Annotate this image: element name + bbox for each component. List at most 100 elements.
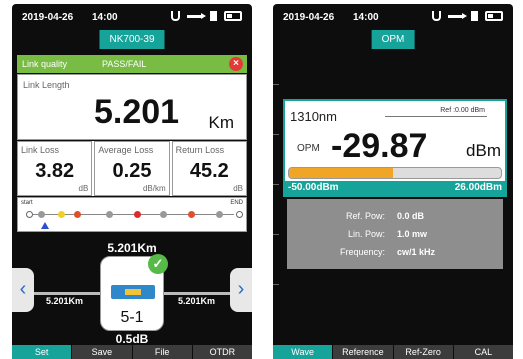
tab-cal[interactable]: CAL [453,345,513,359]
power-value: -29.87 [331,127,428,165]
status-time: 14:00 [92,12,118,23]
info-value: 1.0 mw [397,229,428,239]
status-time: 14:00 [353,12,379,23]
connector-icon [111,285,155,299]
tab-set[interactable]: Set [12,345,72,359]
stat-value: 45.2 [189,160,229,182]
bottom-toolbar: Wave Reference Ref-Zero CAL [273,345,513,359]
status-icons [171,11,242,21]
status-date: 2019-04-26 [283,12,335,23]
range-min: -50.00dBm [288,182,339,193]
event-marker[interactable] [160,211,167,218]
info-value: 0.0 dB [397,211,425,221]
stat-label: Link Loss [21,145,60,155]
tab-file[interactable]: File [132,345,192,359]
status-date: 2019-04-26 [22,12,74,23]
cursor-marker-icon [41,222,49,229]
segment-distance: 5.201Km [107,241,157,255]
link-length-panel: Link Length 5.201 Km [17,74,247,140]
event-marker[interactable] [188,211,195,218]
divider [385,116,487,117]
link-length-value: 5.201 [94,93,180,131]
average-loss-stat: Average Loss 0.25 dB/km [94,141,170,196]
stat-label: Return Loss [175,145,225,155]
connector-label: 5-1 [120,309,144,326]
left-distance: 5.201Km [46,296,84,306]
usb-icon [448,12,467,19]
tick-mark [273,84,279,85]
status-bar: 2019-04-26 14:00 [12,4,252,28]
event-marker[interactable] [106,211,113,218]
tab-otdr[interactable]: OTDR [192,345,252,359]
info-key: Lin. Pow: [347,229,385,239]
plug-icon [171,11,180,21]
info-key: Frequency: [339,247,385,257]
page-title: NK700-39 [99,30,165,49]
event-marker[interactable] [38,211,45,218]
info-panel: Ref. Pow: 0.0 dB Lin. Pow: 1.0 mw Freque… [287,199,503,269]
info-value: cw/1 kHz [397,247,436,257]
event-marker[interactable] [58,211,65,218]
fiber-line-right [164,292,230,295]
tick-mark [273,234,279,235]
status-icons [432,11,503,21]
chevron-right-icon[interactable]: › [230,268,252,312]
loss-stats: Link Loss 3.82 dB Average Loss 0.25 dB/k… [17,141,247,196]
tick-mark [273,134,279,135]
event-marker[interactable] [74,211,81,218]
tick-mark [273,184,279,185]
opm-label: OPM [297,143,320,154]
range-row: -50.00dBm 26.00dBm [285,181,505,195]
stat-unit: dB/km [142,184,166,193]
sd-card-icon [471,11,478,21]
right-distance: 5.201Km [178,296,216,306]
tick-mark [273,284,279,285]
page-title: OPM [371,30,415,49]
stat-unit: dB [78,184,89,193]
fiber-line-left [34,292,100,295]
status-bar: 2019-04-26 14:00 [273,4,513,28]
tab-reference[interactable]: Reference [333,345,393,359]
event-marker[interactable] [134,211,141,218]
bottom-toolbar: Set Save File OTDR [12,345,252,359]
plug-icon [432,11,441,21]
chevron-left-icon[interactable]: ‹ [12,268,34,312]
link-map-screen: 2019-04-26 14:00 NK700-39 Link quality P… [12,4,252,359]
opm-screen: 2019-04-26 14:00 OPM 1310nm Ref :0.00 dB… [273,4,513,359]
tab-ref-zero[interactable]: Ref-Zero [393,345,453,359]
battery-icon [485,11,503,21]
stat-value: 0.25 [112,160,152,182]
link-quality-bar: Link quality PASS/FAIL × [17,55,247,73]
event-map[interactable]: start END [17,197,247,232]
event-marker[interactable] [26,211,33,218]
link-quality-value: PASS/FAIL [102,59,147,69]
link-quality-label: Link quality [22,59,68,69]
link-length-unit: Km [208,113,235,132]
battery-icon [224,11,242,21]
stat-label: Average Loss [98,145,154,155]
sd-card-icon [210,11,217,21]
stat-unit: dB [233,184,243,193]
event-marker[interactable] [236,211,243,218]
check-icon: ✓ [148,254,168,274]
info-key: Ref. Pow: [345,211,385,221]
usb-icon [187,12,206,19]
opm-reading-panel: 1310nm Ref :0.00 dBm OPM -29.87 dBm -50.… [283,99,507,197]
return-loss-stat: Return Loss 45.2 dB [171,141,247,196]
range-max: 26.00dBm [454,182,502,193]
wavelength: 1310nm [290,109,337,124]
tab-save[interactable]: Save [72,345,132,359]
stat-value: 3.82 [35,160,75,182]
event-marker[interactable] [216,211,223,218]
tab-wave[interactable]: Wave [273,345,333,359]
link-loss-stat: Link Loss 3.82 dB [17,141,93,196]
power-level-bar [288,167,502,179]
event-start-label: start [21,200,33,206]
event-end-label: END [230,200,243,206]
close-icon[interactable]: × [229,57,243,71]
power-unit: dBm [466,141,501,160]
link-length-label: Link Length [23,80,70,90]
event-loss: 0.5dB [115,332,149,346]
reference-value: Ref :0.00 dBm [440,107,485,114]
power-level-fill [289,168,393,178]
